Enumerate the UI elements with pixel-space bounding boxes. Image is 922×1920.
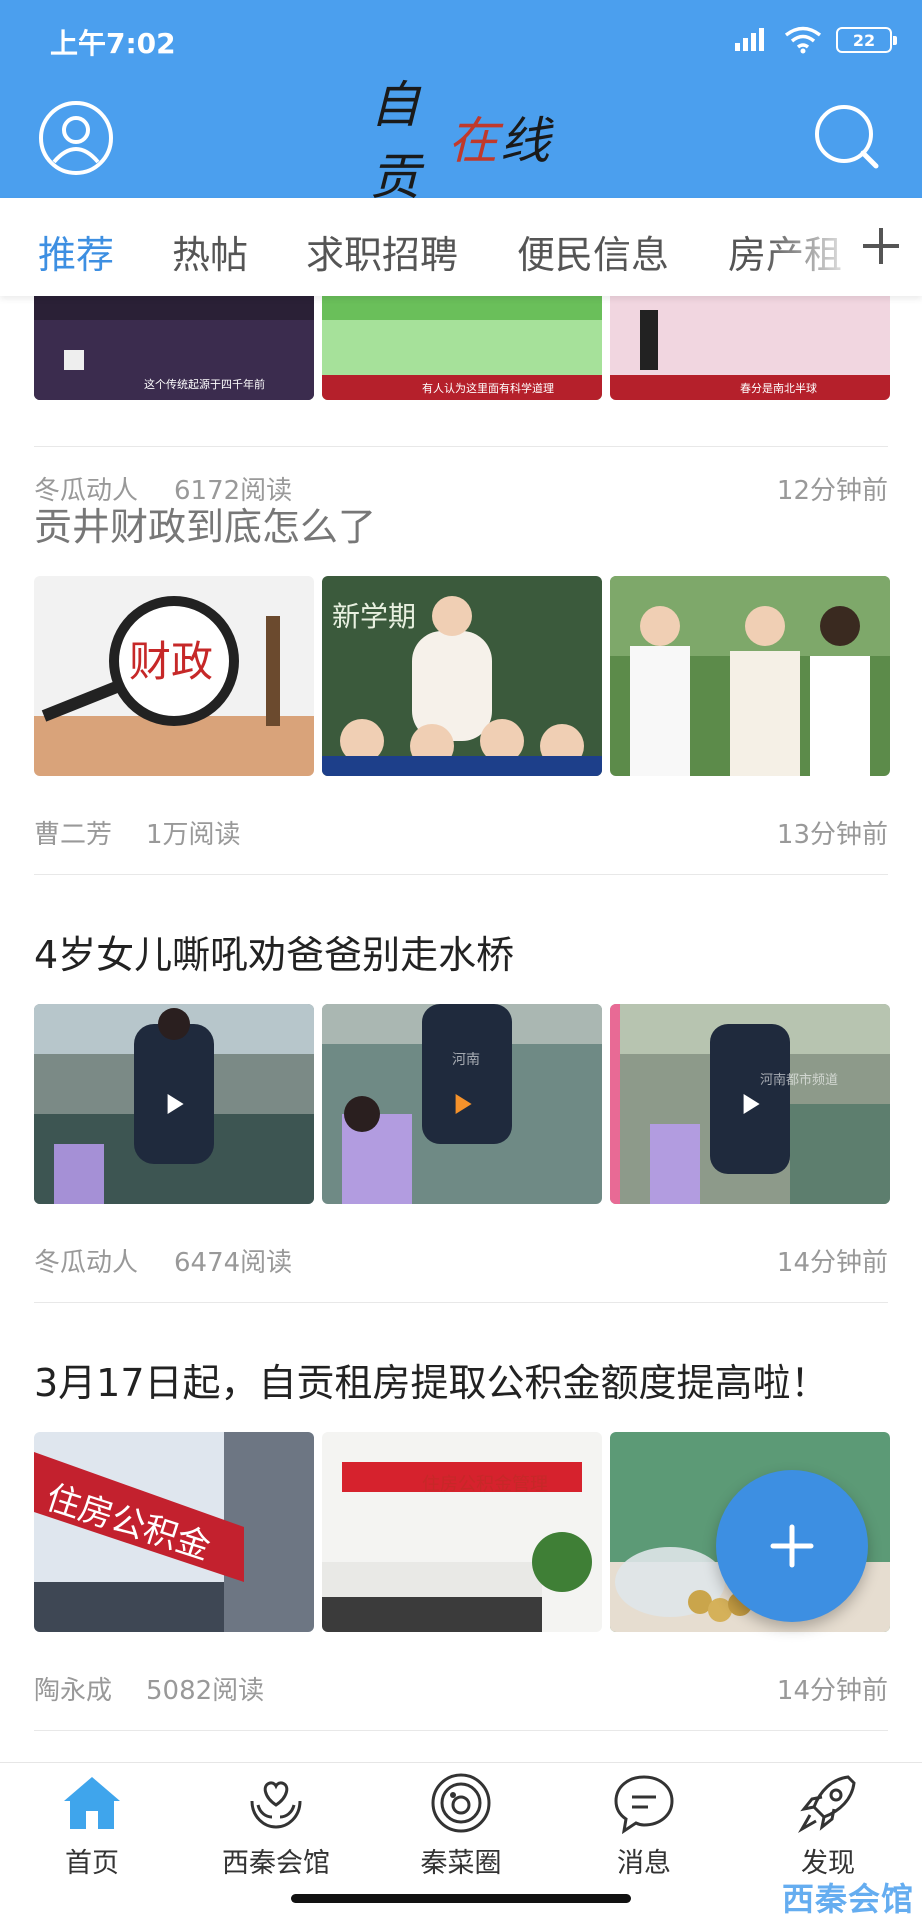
app-logo: 自贡在线 xyxy=(370,76,552,206)
nav-home[interactable]: 首页 xyxy=(17,1771,167,1881)
tab-hot[interactable]: 热帖 xyxy=(172,224,248,279)
battery-level: 22 xyxy=(852,30,876,50)
app-header: 上午7:02 22 自贡 在 线 xyxy=(0,0,922,206)
nav-label: 首页 xyxy=(65,1848,119,1879)
thumbnail[interactable] xyxy=(34,1004,314,1204)
user-icon xyxy=(39,101,113,175)
logo-text-b: 在 xyxy=(448,112,500,170)
tab-recommend[interactable]: 推荐 xyxy=(38,224,114,279)
nav-messages[interactable]: 消息 xyxy=(569,1771,719,1881)
thumbnail[interactable]: 财政 xyxy=(34,576,314,776)
rocket-icon xyxy=(797,1775,856,1834)
wifi-icon xyxy=(784,26,822,54)
divider xyxy=(34,1730,888,1731)
play-icon xyxy=(455,1094,472,1114)
tab-services[interactable]: 便民信息 xyxy=(517,224,669,279)
feed-item[interactable]: 贡井财政到底怎么了 财政 新学期 曹二芳 1万阅读 13分钟前 xyxy=(34,496,890,866)
item-time: 14分钟前 xyxy=(776,1676,888,1706)
plus-icon xyxy=(863,228,899,264)
nav-label: 西秦会馆 xyxy=(222,1848,330,1879)
thumb-caption: 河南都市频道 xyxy=(760,1072,838,1088)
thumbnail[interactable]: 住房公积金 xyxy=(34,1432,314,1632)
tabs-fade xyxy=(762,198,862,296)
thumbnail[interactable]: 河南 xyxy=(322,1004,602,1204)
item-title: 4岁女儿嘶吼劝爸爸别走水桥 xyxy=(34,933,515,977)
thumb-caption: 春分是南北半球 xyxy=(740,381,817,395)
signal-icon xyxy=(735,28,764,51)
play-icon xyxy=(743,1094,760,1114)
item-title: 3月17日起，自贡租房提取公积金额度提高啦！ xyxy=(34,1361,829,1405)
thumb-caption: 财政 xyxy=(129,637,213,686)
status-time: 上午7:02 xyxy=(50,27,176,60)
thumbnail[interactable]: 河南都市频道 xyxy=(610,1004,890,1204)
play-icon xyxy=(167,1094,184,1114)
logo-text-a: 自贡 xyxy=(370,76,422,206)
item-time: 14分钟前 xyxy=(776,1248,888,1278)
watermark-logo: 西秦会馆 xyxy=(781,1880,914,1918)
thumbnail[interactable]: 住房公积金管理 xyxy=(322,1432,602,1632)
search-button[interactable] xyxy=(810,100,886,176)
feed-item[interactable]: 4岁女儿嘶吼劝爸爸别走水桥 河南 河南都市频道 冬瓜动人 6474阅读 14分钟… xyxy=(34,924,890,1294)
nav-xiqin-hall[interactable]: 西秦会馆 xyxy=(201,1771,351,1881)
battery-icon: 22 xyxy=(836,27,897,53)
item-author: 冬瓜动人 xyxy=(34,1248,139,1278)
thumb-caption: 河南 xyxy=(452,1052,480,1068)
status-bar: 上午7:02 22 xyxy=(0,0,922,80)
thumbnail[interactable]: 春分是南北半球 xyxy=(610,296,890,400)
nav-discover[interactable]: 发现 xyxy=(753,1771,903,1881)
thumb-caption: 这个传统起源于四千年前 xyxy=(144,377,265,391)
search-icon xyxy=(815,105,879,169)
item-title: 贡井财政到底怎么了 xyxy=(34,505,377,549)
thumb-caption: 新学期 xyxy=(332,600,416,633)
item-author: 曹二芳 xyxy=(34,820,113,850)
thumb-caption: 有人认为这里面有科学道理 xyxy=(422,381,554,395)
category-tabs: 推荐 热帖 求职招聘 便民信息 房产租 xyxy=(0,198,922,296)
item-time: 13分钟前 xyxy=(776,820,888,850)
chat-bubble-icon xyxy=(614,1775,674,1835)
thumbnail[interactable]: 有人认为这里面有科学道理 xyxy=(322,296,602,400)
thumbnail-row: 河南 河南都市频道 xyxy=(34,1004,890,1204)
item-reads: 5082阅读 xyxy=(146,1676,265,1706)
thumbnail[interactable]: 新学期 xyxy=(322,576,602,776)
thumb-caption: 住房公积金管理 xyxy=(422,1474,548,1495)
thumbnail[interactable]: 这个传统起源于四千年前 xyxy=(34,296,314,400)
divider xyxy=(34,874,888,875)
item-reads: 1万阅读 xyxy=(146,820,241,850)
thumbnail-row: 财政 新学期 xyxy=(34,576,890,776)
nav-label: 秦菜圈 xyxy=(420,1848,502,1879)
divider xyxy=(34,1302,888,1303)
planet-icon xyxy=(431,1773,491,1833)
hands-heart-icon xyxy=(250,1781,302,1829)
divider xyxy=(34,446,888,447)
nav-label: 消息 xyxy=(617,1848,671,1879)
item-reads: 6474阅读 xyxy=(174,1248,293,1278)
home-icon xyxy=(64,1777,120,1829)
app-screen: 上午7:02 22 自贡 在 线 推荐 热帖 求职招聘 便民信息 这个传统起源于… xyxy=(0,0,922,1920)
home-indicator[interactable] xyxy=(291,1894,631,1903)
item-author: 陶永成 xyxy=(34,1676,113,1706)
logo-text-c: 线 xyxy=(500,112,552,170)
thumbnail[interactable] xyxy=(610,576,890,776)
compose-fab-button[interactable] xyxy=(716,1470,868,1622)
add-tab-button[interactable] xyxy=(856,218,906,274)
plus-icon xyxy=(770,1524,814,1568)
profile-button[interactable] xyxy=(38,100,114,176)
thumbnail-row: 这个传统起源于四千年前 有人认为这里面有科学道理 春分是南北半球 xyxy=(34,296,890,400)
tab-jobs[interactable]: 求职招聘 xyxy=(306,224,458,279)
nav-qincai-circle[interactable]: 秦菜圈 xyxy=(386,1771,536,1881)
status-icons: 22 xyxy=(734,26,897,54)
